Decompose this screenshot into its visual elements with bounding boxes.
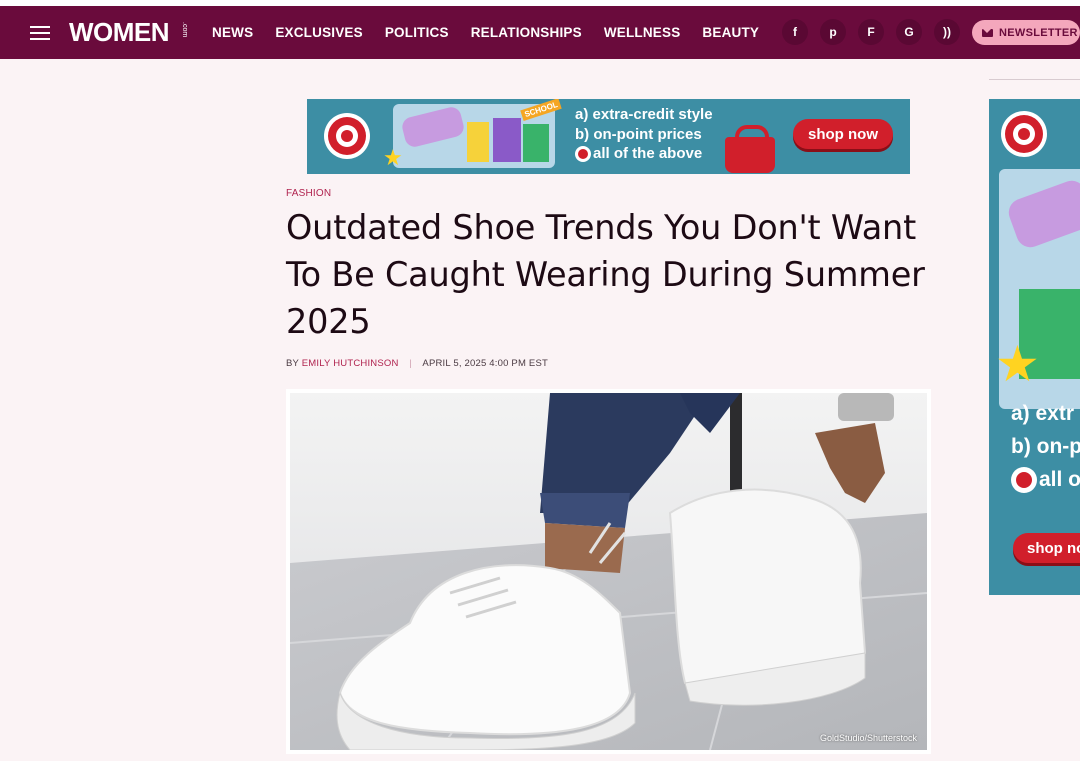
nav-beauty[interactable]: BEAUTY: [702, 25, 759, 40]
ad-line-3: all o: [1039, 468, 1080, 491]
ad-line-2: b) on-point prices: [575, 125, 702, 143]
ad-shop-now-button[interactable]: shop now: [793, 119, 893, 149]
ad-line-2: b) on-p: [1011, 435, 1080, 458]
main-nav: NEWS EXCLUSIVES POLITICS RELATIONSHIPS W…: [212, 6, 781, 59]
social-links: f p F G )): [782, 19, 972, 45]
byline-separator: |: [409, 358, 413, 369]
sneakers-photo: [290, 393, 927, 750]
ad-product-image: SCHOOL: [393, 99, 562, 168]
image-credit: GoldStudio/Shutterstock: [819, 733, 917, 743]
target-mini-icon: [575, 145, 591, 162]
star-icon: ★: [383, 145, 403, 170]
flipboard-icon[interactable]: F: [858, 19, 884, 45]
logo-text: WOMEN: [69, 17, 170, 47]
pinterest-icon[interactable]: p: [820, 19, 846, 45]
article-category[interactable]: FASHION: [286, 188, 331, 199]
envelope-icon: [982, 28, 993, 37]
hero-figure: GoldStudio/Shutterstock: [286, 389, 931, 754]
ad-copy: a) extra-credit style b) on-point prices…: [575, 105, 713, 164]
nav-relationships[interactable]: RELATIONSHIPS: [471, 25, 582, 40]
byline-prefix: BY: [286, 358, 299, 369]
ad-shop-now-button[interactable]: shop no: [1013, 533, 1080, 563]
target-logo-icon: [324, 113, 370, 159]
ad-copy: a) extr b) on-p all o: [1011, 397, 1080, 496]
ad-line-3: all of the above: [593, 145, 703, 162]
site-header: WOMEN .com NEWS EXCLUSIVES POLITICS RELAT…: [0, 6, 1080, 59]
rail-divider: [989, 79, 1080, 80]
ad-banner-top[interactable]: SCHOOL ★ a) extra-credit style b) on-poi…: [307, 99, 910, 174]
ad-line-1: a) extra-credit style: [575, 106, 713, 123]
newsletter-label: NEWSLETTER: [999, 26, 1078, 39]
google-news-icon[interactable]: G: [896, 19, 922, 45]
newsletter-button[interactable]: NEWSLETTER: [972, 20, 1080, 45]
nav-politics[interactable]: POLITICS: [385, 25, 449, 40]
menu-icon[interactable]: [30, 26, 50, 40]
ad-banner-right[interactable]: ★ a) extr b) on-p all o shop no: [989, 99, 1080, 595]
logo-suffix: .com: [181, 22, 189, 38]
shopping-basket-icon: [725, 125, 775, 173]
nav-news[interactable]: NEWS: [212, 25, 253, 40]
author-link[interactable]: EMILY HUTCHINSON: [302, 358, 399, 369]
article-title: Outdated Shoe Trends You Don't Want To B…: [286, 208, 925, 341]
publish-date: APRIL 5, 2025 4:00 PM EST: [422, 358, 548, 369]
nav-wellness[interactable]: WELLNESS: [604, 25, 681, 40]
byline: BY EMILY HUTCHINSON | APRIL 5, 2025 4:00…: [286, 358, 548, 369]
target-mini-icon: [1011, 466, 1037, 493]
facebook-icon[interactable]: f: [782, 19, 808, 45]
star-icon: ★: [995, 336, 1040, 392]
rss-icon[interactable]: )): [934, 19, 960, 45]
nav-exclusives[interactable]: EXCLUSIVES: [275, 25, 363, 40]
school-badge: SCHOOL: [520, 99, 562, 121]
target-logo-icon: [1001, 111, 1047, 157]
hero-image: GoldStudio/Shutterstock: [290, 393, 927, 750]
site-logo[interactable]: WOMEN .com: [69, 18, 198, 46]
ad-line-1: a) extr: [1011, 402, 1075, 425]
